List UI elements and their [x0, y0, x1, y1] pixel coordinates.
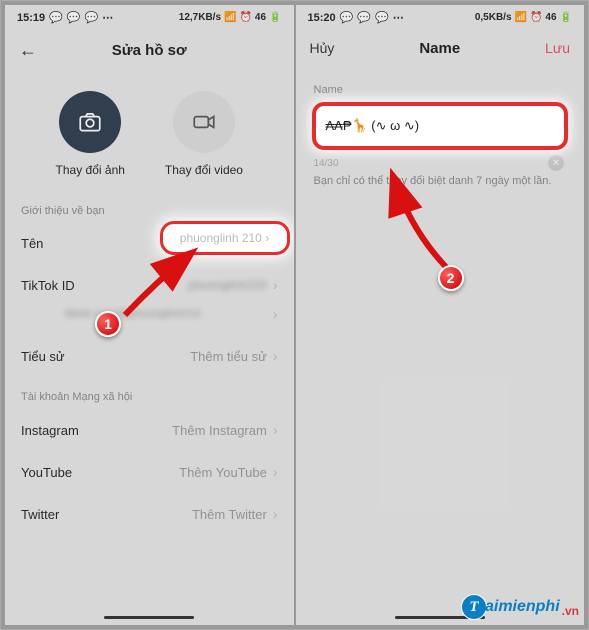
bio-label: Tiểu sử: [21, 349, 65, 364]
page-title: Name: [419, 40, 460, 57]
tiktokid-value: phuonglinh210: [188, 278, 267, 292]
chat-icon: 💬: [375, 11, 389, 24]
media-row: Thay đổi ảnh Thay đổi video: [5, 71, 294, 191]
instagram-label: Instagram: [21, 423, 79, 438]
page-title: Sửa hồ sơ: [112, 42, 187, 59]
status-bar: 15:19 💬 💬 💬 ⋯ 12,7KB/s 📶 ⏰ 46 🔋: [5, 5, 294, 30]
home-indicator: [104, 616, 194, 619]
right-phone-screen: 15:20 💬 💬 💬 ⋯ 0,5KB/s 📶 ⏰ 46 🔋 Hủy Name …: [296, 5, 585, 625]
signal-text: 46: [255, 12, 266, 23]
more-icon: ⋯: [393, 11, 404, 24]
chat-icon: 💬: [49, 11, 63, 24]
name-label: Tên: [21, 236, 43, 251]
watermark-icon: T: [461, 594, 487, 620]
name-hint: Bạn chỉ có thể thay đổi biệt danh 7 ngày…: [312, 171, 569, 191]
chevron-right-icon: ›: [273, 464, 278, 480]
name-field-label: Name: [312, 84, 569, 96]
callout-1: 1: [95, 311, 121, 337]
twitter-value: Thêm Twitter: [192, 507, 267, 522]
wifi-icon: 📶: [224, 12, 236, 23]
name-value-highlight: phuonglinh 210 ›: [160, 221, 290, 255]
header: Hủy Name Lưu: [296, 30, 585, 66]
instagram-row[interactable]: Instagram Thêm Instagram ›: [5, 409, 294, 451]
camera-icon: [59, 91, 121, 153]
twitter-label: Twitter: [21, 507, 59, 522]
wifi-icon: 📶: [515, 12, 527, 23]
name-input-value: ₳₳₱🦒 (∿ ω ∿): [326, 118, 420, 133]
watermark-vn: .vn: [562, 604, 579, 618]
cancel-button[interactable]: Hủy: [310, 40, 335, 56]
photo-label: Thay đổi ảnh: [56, 163, 125, 177]
chevron-right-icon: ›: [273, 277, 278, 293]
change-video[interactable]: Thay đổi video: [165, 91, 243, 177]
chat-icon: 💬: [85, 11, 99, 24]
section-about-label: Giới thiệu về bạn: [5, 191, 294, 223]
chevron-right-icon: ›: [273, 306, 278, 322]
youtube-row[interactable]: YouTube Thêm YouTube ›: [5, 451, 294, 493]
status-time: 15:19: [17, 12, 45, 24]
watermark: T aimienphi .vn: [461, 594, 579, 620]
bio-row[interactable]: Tiểu sử Thêm tiểu sử ›: [5, 335, 294, 377]
battery-icon: 🔋: [269, 12, 281, 23]
save-button[interactable]: Lưu: [545, 40, 570, 56]
tiktokid-label: TikTok ID: [21, 278, 75, 293]
left-phone-screen: 15:19 💬 💬 💬 ⋯ 12,7KB/s 📶 ⏰ 46 🔋 ← Sửa hồ…: [5, 5, 294, 625]
name-row[interactable]: Tên phuonglinh 210 ›: [5, 223, 294, 264]
header: ← Sửa hồ sơ: [5, 30, 294, 71]
video-label: Thay đổi video: [165, 163, 243, 177]
name-counter: 14/30: [312, 150, 569, 171]
change-photo[interactable]: Thay đổi ảnh: [56, 91, 125, 177]
status-time: 15:20: [308, 12, 336, 24]
chat-icon: 💬: [340, 11, 354, 24]
url-row[interactable]: tiktok.com/@phuonglinh210 ›: [5, 306, 294, 335]
back-icon[interactable]: ←: [19, 40, 37, 61]
alarm-icon: ⏰: [530, 12, 542, 23]
status-bar: 15:20 💬 💬 💬 ⋯ 0,5KB/s 📶 ⏰ 46 🔋: [296, 5, 585, 30]
chat-icon: 💬: [67, 11, 81, 24]
tiktokid-row[interactable]: TikTok ID phuonglinh210 ›: [5, 264, 294, 306]
signal-text: 46: [545, 12, 556, 23]
callout-2: 2: [438, 265, 464, 291]
chevron-right-icon: ›: [273, 422, 278, 438]
status-net: 0,5KB/s: [475, 12, 512, 23]
url-value: tiktok.com/@phuonglinh210: [65, 308, 201, 320]
battery-icon: 🔋: [560, 12, 572, 23]
chevron-right-icon: ›: [273, 348, 278, 364]
bio-value: Thêm tiểu sử: [190, 349, 267, 364]
watermark-text: aimienphi: [485, 598, 560, 616]
chevron-right-icon: ›: [273, 506, 278, 522]
youtube-value: Thêm YouTube: [179, 465, 267, 480]
chat-icon: 💬: [357, 11, 371, 24]
alarm-icon: ⏰: [239, 12, 251, 23]
name-input[interactable]: ₳₳₱🦒 (∿ ω ∿): [312, 102, 569, 150]
video-icon: [173, 91, 235, 153]
youtube-label: YouTube: [21, 465, 72, 480]
instagram-value: Thêm Instagram: [172, 423, 267, 438]
clear-icon[interactable]: ✕: [548, 155, 564, 171]
section-social-label: Tài khoản Mạng xã hội: [5, 377, 294, 409]
status-net: 12,7KB/s: [179, 12, 221, 23]
twitter-row[interactable]: Twitter Thêm Twitter ›: [5, 493, 294, 535]
more-icon: ⋯: [102, 11, 113, 24]
